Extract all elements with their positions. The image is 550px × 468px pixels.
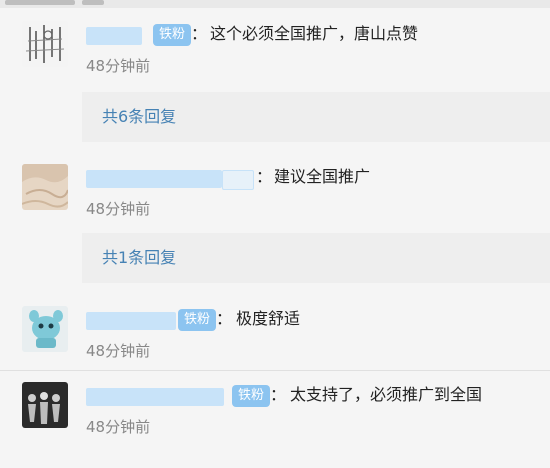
comment-colon: ： <box>216 309 233 328</box>
comment-item: 铁粉 ： 极度舒适 48分钟前 <box>0 306 550 392</box>
comment-timestamp: 48分钟前 <box>86 342 151 360</box>
sand-texture-avatar-icon <box>22 164 68 210</box>
username-blurred[interactable] <box>86 388 224 406</box>
comment-timestamp: 48分钟前 <box>86 200 151 218</box>
comment-text: 极度舒适 <box>236 309 301 328</box>
reply-count-button[interactable]: 共6条回复 <box>82 92 550 142</box>
level-badge-blurred <box>222 170 254 190</box>
comment-timestamp: 48分钟前 <box>86 57 151 75</box>
comment-colon: ： <box>256 167 273 186</box>
avatar[interactable] <box>22 306 68 352</box>
comment-colon: ： <box>191 24 208 43</box>
comment-colon: ： <box>270 385 287 404</box>
reply-count-label[interactable]: 共1条回复 <box>102 247 176 269</box>
comment-divider <box>0 370 550 371</box>
username-blurred[interactable] <box>86 27 142 45</box>
fan-badge: 铁粉 <box>153 24 192 46</box>
comment-text: 太支持了，必须推广到全国 <box>290 385 483 404</box>
dark-photo-avatar-icon <box>22 382 68 428</box>
fan-badge: 铁粉 <box>232 385 271 407</box>
comment-text: 建议全国推广 <box>274 167 371 186</box>
username-blurred[interactable] <box>86 170 222 188</box>
username-blurred[interactable] <box>86 312 176 330</box>
comment-item: 铁粉 ： 太支持了，必须推广到全国 48分钟前 <box>0 382 550 468</box>
avatar[interactable] <box>22 164 68 210</box>
avatar[interactable] <box>22 21 68 67</box>
avatar[interactable] <box>22 382 68 428</box>
reply-count-label[interactable]: 共6条回复 <box>102 106 176 128</box>
previous-comment-cutoff <box>0 0 550 8</box>
sketch-art-avatar-icon <box>22 21 68 67</box>
comment-text: 这个必须全国推广，唐山点赞 <box>210 24 419 43</box>
comment-timestamp: 48分钟前 <box>86 418 151 436</box>
fan-badge: 铁粉 <box>178 309 217 331</box>
reply-count-button[interactable]: 共1条回复 <box>82 233 550 283</box>
toy-figure-avatar-icon <box>22 306 68 352</box>
